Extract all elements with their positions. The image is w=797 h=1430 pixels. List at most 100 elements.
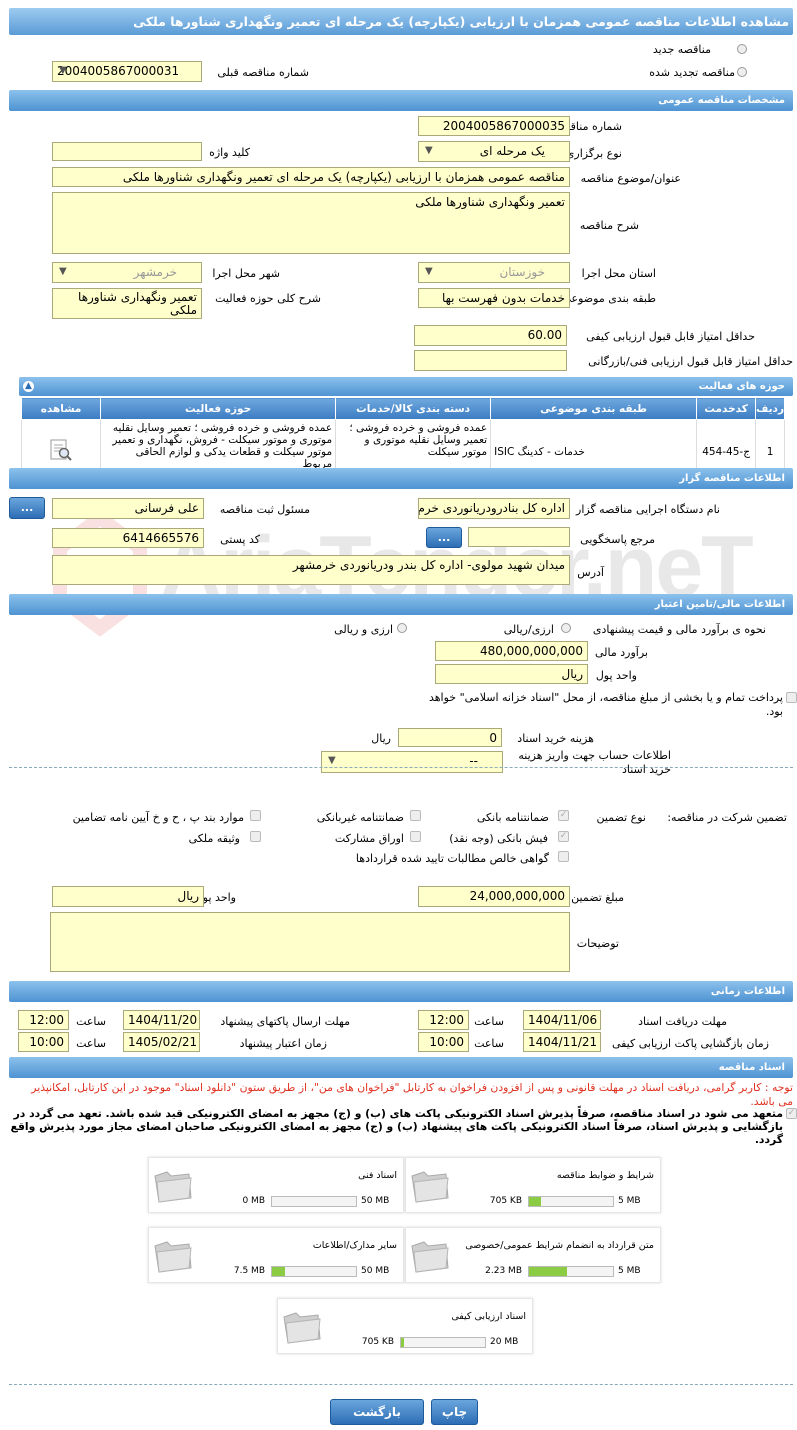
chevron-down-icon: ▼ <box>425 266 433 277</box>
number-field[interactable]: 2004005867000035 <box>418 116 570 136</box>
keyword-field[interactable] <box>52 142 202 161</box>
commitment-checkbox[interactable]: ✓ <box>786 1108 797 1119</box>
org-field[interactable]: اداره کل بنادرودریانوردی خرم <box>418 498 570 519</box>
send-label: مهلت ارسال پاکتهای پیشنهاد <box>220 1015 350 1028</box>
chevron-down-icon: ▼ <box>59 266 67 277</box>
folder-icon <box>411 1171 449 1203</box>
keyword-label: کلید واژه <box>209 146 250 159</box>
doc-file-progress-fill <box>272 1267 285 1276</box>
amount-field[interactable]: 24,000,000,000 <box>418 886 570 907</box>
renewed-tender-label: مناقصه تجدید شده <box>649 66 735 79</box>
bank-checkbox[interactable]: ✓ <box>558 810 569 821</box>
method-label: نحوه ی برآورد مالی و قیمت پیشنهادی <box>592 623 766 636</box>
doc-file-title: اسناد فنی <box>358 1170 397 1181</box>
resp-field[interactable]: علی فرسانی <box>52 498 204 519</box>
doc-file-card[interactable]: متن قرارداد به انضمام شرایط عمومی/خصوصی 5… <box>405 1227 661 1283</box>
folder-icon <box>283 1312 321 1344</box>
postal-label: کد پستی <box>220 533 260 546</box>
doc-file-progress <box>400 1337 486 1348</box>
bonds-checkbox[interactable] <box>410 831 421 842</box>
doc-file-max: 50 MB <box>361 1196 390 1206</box>
treasury-checkbox[interactable] <box>786 692 797 703</box>
ref-field[interactable] <box>468 527 570 547</box>
doc-file-progress-fill <box>529 1197 541 1206</box>
receive-time[interactable]: 12:00 <box>418 1010 469 1030</box>
validity-time[interactable]: 10:00 <box>18 1032 69 1052</box>
subject-field[interactable]: مناقصه عمومی همزمان با ارزیابی (یکپارچه)… <box>52 167 570 187</box>
folder-icon <box>154 1241 192 1273</box>
min-tech-field[interactable] <box>414 350 567 371</box>
subject-label: عنوان/موضوع مناقصه <box>580 172 681 185</box>
min-quality-field[interactable]: 60.00 <box>414 325 567 346</box>
account-select[interactable]: ▼ -- <box>321 751 503 773</box>
doc-file-size: 2.23 MB <box>485 1266 522 1276</box>
renewed-tender-radio[interactable] <box>737 67 747 77</box>
col-category: طبقه بندی موضوعی <box>490 397 698 420</box>
finance-header: اطلاعات مالی/تامین اعتبار <box>9 594 793 615</box>
postal-field[interactable]: 6414665576 <box>52 528 204 548</box>
doc-file-max: 5 MB <box>618 1196 641 1206</box>
doc-file-progress-fill <box>401 1338 405 1347</box>
category-label: طبقه بندی موضوعی <box>562 292 656 305</box>
city-select[interactable]: ▼ خرمشهر <box>52 262 202 283</box>
timing-header: اطلاعات زمانی <box>9 981 793 1002</box>
notes-field[interactable] <box>50 912 570 972</box>
property-checkbox[interactable] <box>250 831 261 842</box>
address-field[interactable]: میدان شهید مولوی- اداره کل بندر ودریانور… <box>52 555 570 585</box>
resp-lookup-button[interactable]: ... <box>9 497 45 519</box>
type-select[interactable]: ▼ یک مرحله ای <box>418 141 570 162</box>
estimate-label: برآورد مالی <box>595 646 648 659</box>
magnifier-document-icon[interactable] <box>48 437 74 463</box>
claims-label: گواهی خالص مطالبات تایید شده قراردادها <box>355 852 549 865</box>
guarantee-currency-field[interactable]: ریال <box>52 886 204 907</box>
method-radio-2[interactable] <box>397 623 407 633</box>
desc-field[interactable]: تعمیر ونگهداری شناورها ملکی <box>52 192 570 254</box>
province-select[interactable]: ▼ خوزستان <box>418 262 570 283</box>
open-time[interactable]: 10:00 <box>418 1032 469 1052</box>
bonds-label: اوراق مشارکت <box>334 832 404 845</box>
estimate-field[interactable]: 480,000,000,000 <box>435 641 588 661</box>
nonbank-checkbox[interactable] <box>410 810 421 821</box>
doc-file-card[interactable]: شرایط و ضوابط مناقصه 5 MB 705 KB <box>405 1157 661 1213</box>
doc-file-progress <box>271 1266 357 1277</box>
print-button[interactable]: چاپ <box>431 1399 478 1425</box>
doc-file-progress <box>528 1196 614 1207</box>
col-index: ردیف <box>755 397 785 420</box>
min-quality-label: حداقل امتیاز قابل قبول ارزیابی کیفی <box>586 330 755 343</box>
col-code: کدخدمت <box>696 397 757 420</box>
collapse-icon[interactable]: ▲ <box>23 381 34 392</box>
doc-file-title: سایر مدارک/اطلاعات <box>312 1240 397 1251</box>
receive-label: مهلت دریافت اسناد <box>638 1015 727 1028</box>
doc-file-max: 50 MB <box>361 1266 390 1276</box>
bylaw-checkbox[interactable] <box>250 810 261 821</box>
scope-field[interactable]: تعمیر ونگهداری شناورها ملکی <box>52 288 202 319</box>
notes-label: توضیحات <box>576 937 619 950</box>
currency-label: واحد پول <box>595 669 637 682</box>
method-radio-1[interactable] <box>561 623 571 633</box>
activity-header: حوزه های فعالیت ▲ <box>19 377 793 396</box>
new-tender-radio[interactable] <box>737 44 747 54</box>
open-date[interactable]: 1404/11/21 <box>523 1032 601 1052</box>
doc-cost-field[interactable]: 0 <box>398 728 502 747</box>
account-value: -- <box>469 754 478 768</box>
doc-file-max: 20 MB <box>490 1337 519 1347</box>
receive-date[interactable]: 1404/11/06 <box>523 1010 601 1030</box>
doc-file-card[interactable]: اسناد ارزیابی کیفی 20 MB 705 KB <box>277 1298 533 1354</box>
send-date[interactable]: 1404/11/20 <box>123 1010 200 1030</box>
organizer-header: اطلاعات مناقصه گزار <box>9 468 793 489</box>
doc-file-progress <box>271 1196 357 1207</box>
ref-lookup-button[interactable]: ... <box>426 527 462 548</box>
claims-checkbox[interactable] <box>558 851 569 862</box>
doc-file-card[interactable]: اسناد فنی 50 MB 0 MB <box>148 1157 404 1213</box>
doc-file-card[interactable]: سایر مدارک/اطلاعات 50 MB 7.5 MB <box>148 1227 404 1283</box>
category-field[interactable]: خدمات بدون فهرست بها <box>418 288 570 308</box>
send-time[interactable]: 12:00 <box>18 1010 69 1030</box>
validity-date[interactable]: 1405/02/21 <box>123 1032 200 1052</box>
doc-file-size: 7.5 MB <box>233 1266 265 1276</box>
back-button[interactable]: بازگشت <box>330 1399 424 1425</box>
prev-number-select[interactable]: 2004005867000031 ▼ <box>52 61 202 82</box>
check-checkbox[interactable]: ✓ <box>558 831 569 842</box>
treasury-text: پرداخت تمام و یا بخشی از مبلغ مناقصه، از… <box>428 691 783 718</box>
folder-icon <box>411 1241 449 1273</box>
currency-field[interactable]: ریال <box>435 664 588 684</box>
